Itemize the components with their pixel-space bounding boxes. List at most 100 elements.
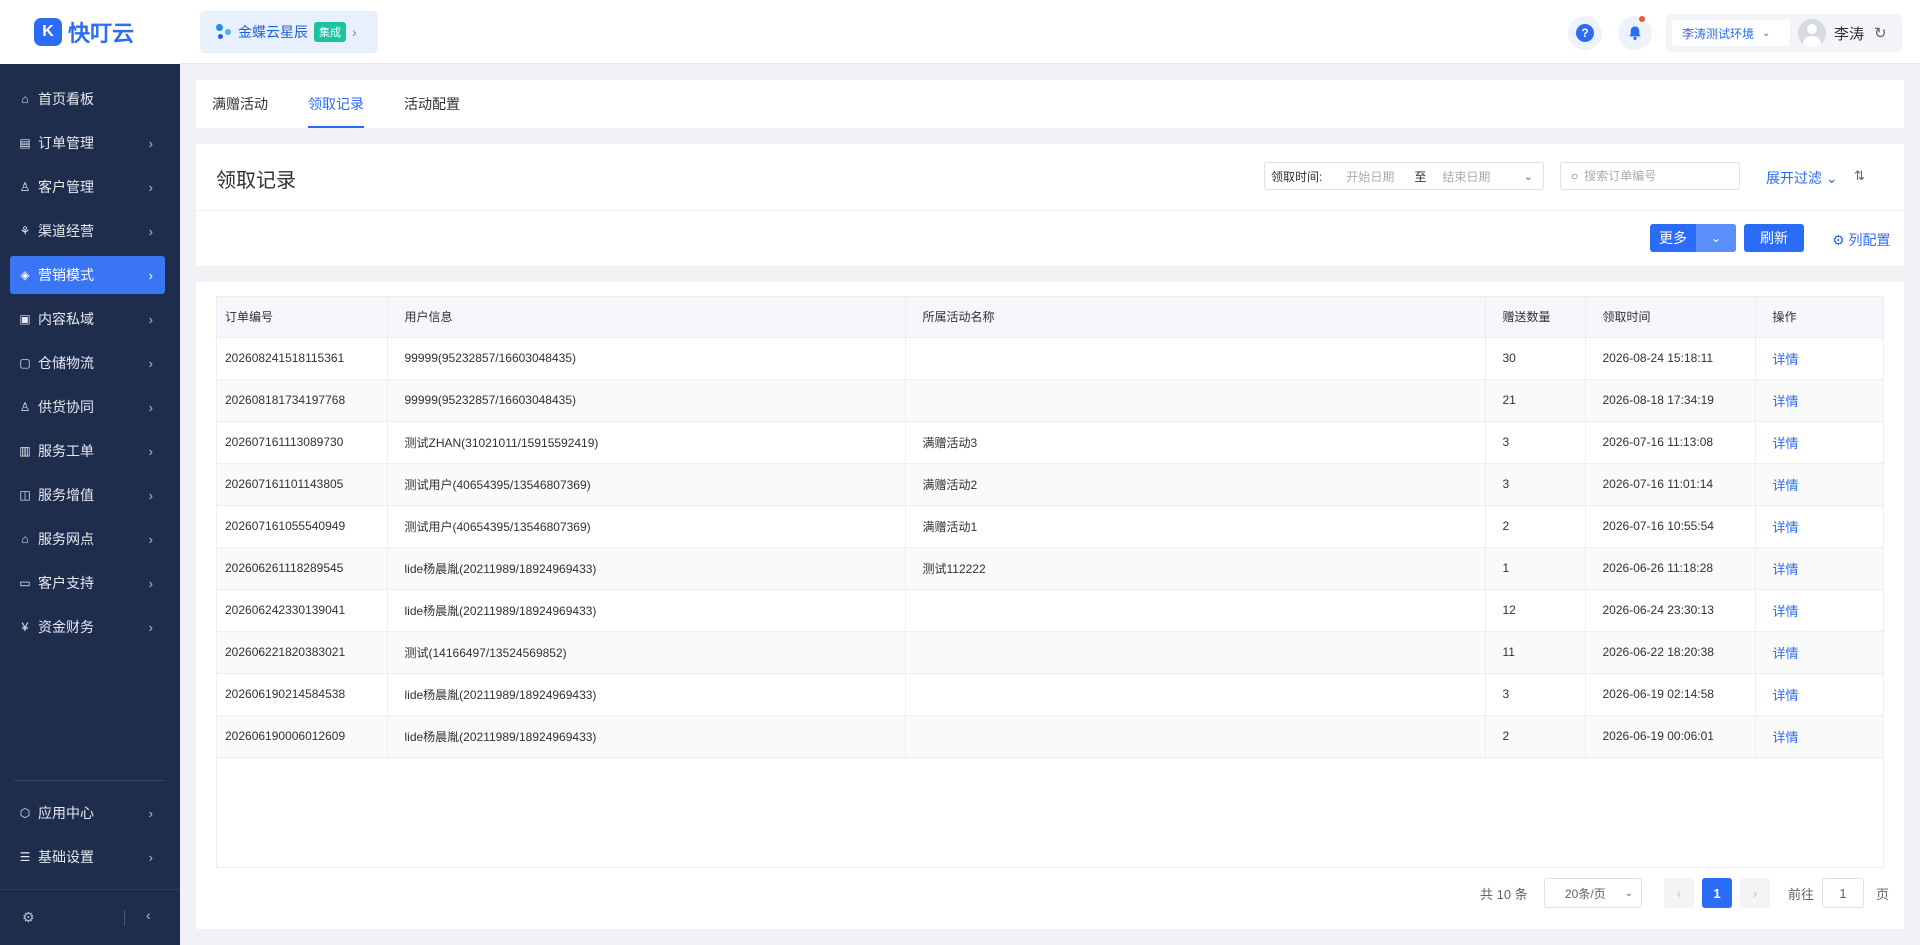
sort-icon[interactable]: ⇅ [1854, 168, 1865, 184]
sidebar-item-value-added[interactable]: ◫ 服务增值 › [10, 476, 165, 514]
gear-icon[interactable]: ⚙ [22, 909, 35, 926]
chevron-right-icon: › [148, 575, 153, 591]
chevron-right-icon: › [148, 135, 153, 151]
expand-filter-button[interactable]: 展开过滤 ⌄ [1766, 168, 1838, 188]
sidebar: ⌂ 首页看板 ▤ 订单管理 › ♙ 客户管理 › ⚘ 渠道经营 › ◈ 营销模式… [0, 64, 180, 945]
cube-icon: ⬡ [19, 806, 31, 820]
user-info-cell: 测试用户(40654395/13546807369) [387, 463, 906, 506]
detail-link[interactable]: 详情 [1755, 421, 1883, 464]
table-row: 202606242330139041 lide杨晨胤(20211989/1892… [217, 589, 1883, 632]
sidebar-item-marketing[interactable]: ◈ 营销模式 › [10, 256, 165, 294]
column-header-user-info[interactable]: 用户信息 [387, 297, 906, 338]
goto-label: 前往 [1788, 886, 1815, 902]
column-header-gift-qty[interactable]: 赠送数量 [1485, 297, 1586, 338]
claim-time-cell: 2026-06-26 11:18:28 [1585, 547, 1756, 590]
sidebar-item-orders[interactable]: ▤ 订单管理 › [10, 124, 165, 162]
chevron-down-icon: ⌄ [1762, 27, 1771, 39]
claim-time-cell: 2026-06-24 23:30:13 [1585, 589, 1756, 632]
detail-link[interactable]: 详情 [1755, 547, 1883, 590]
env-select[interactable]: 李涛测试环境 ⌄ [1672, 20, 1790, 46]
chevron-right-icon: › [148, 267, 153, 283]
app-dots-icon [214, 22, 234, 42]
sidebar-item-support[interactable]: ▭ 客户支持 › [10, 564, 165, 602]
detail-link[interactable]: 详情 [1755, 589, 1883, 632]
tabs-bar: 满赠活动 领取记录 活动配置 [196, 80, 1904, 128]
brand-name: 快叮云 [68, 21, 135, 46]
search-box[interactable]: ○ [1560, 162, 1740, 190]
activity-name-cell [905, 715, 1486, 758]
sidebar-item-customers[interactable]: ♙ 客户管理 › [10, 168, 165, 206]
sidebar-item-service-tickets[interactable]: ▥ 服务工单 › [10, 432, 165, 470]
activity-name-cell [905, 379, 1486, 422]
activity-name-cell: 测试112222 [905, 547, 1486, 590]
chevron-down-icon[interactable]: ⌄ [1696, 224, 1736, 252]
chevron-right-icon: › [148, 311, 153, 327]
user-info-cell: 测试ZHAN(31021011/15915592419) [387, 421, 906, 464]
sidebar-item-label: 服务增值 [38, 487, 94, 503]
sidebar-item-content[interactable]: ▣ 内容私域 › [10, 300, 165, 338]
detail-link[interactable]: 详情 [1755, 379, 1883, 422]
order-no-cell: 202606221820383021 [217, 631, 388, 674]
brand-logo[interactable]: K 快叮云 [0, 0, 180, 64]
app-switcher[interactable]: 金蝶云星辰 集成 › [200, 11, 378, 53]
claim-time-cell: 2026-06-19 02:14:58 [1585, 673, 1756, 716]
user-name[interactable]: 李涛 [1834, 23, 1864, 44]
detail-link[interactable]: 详情 [1755, 631, 1883, 674]
sidebar-item-label: 内容私域 [38, 311, 94, 327]
refresh-icon[interactable]: ↻ [1874, 24, 1887, 42]
chevron-right-icon: › [148, 487, 153, 503]
collapse-icon[interactable]: ‹ [146, 907, 151, 923]
table-panel: 订单编号 用户信息 所属活动名称 赠送数量 领取时间 操作 2026082415… [196, 282, 1904, 929]
env-name: 李涛测试环境 [1682, 26, 1755, 41]
page-number-current[interactable]: 1 [1702, 878, 1732, 908]
notification-button[interactable] [1618, 16, 1652, 50]
claim-time-cell: 2026-06-22 18:20:38 [1585, 631, 1756, 674]
detail-link[interactable]: 详情 [1755, 673, 1883, 716]
claim-time-cell: 2026-07-16 11:01:14 [1585, 463, 1756, 506]
top-header: K 快叮云 金蝶云星辰 集成 › ? 李涛测试环境 ⌄ 李涛 ↻ [0, 0, 1920, 64]
table-row: 202608181734197768 99999(95232857/166030… [217, 379, 1883, 422]
user-info-cell: lide杨晨胤(20211989/18924969433) [387, 547, 906, 590]
table-row: 202607161055540949 测试用户(40654395/1354680… [217, 505, 1883, 548]
sidebar-divider [14, 780, 164, 781]
help-button[interactable]: ? [1568, 16, 1602, 50]
sidebar-item-app-center[interactable]: ⬡ 应用中心 › [10, 794, 165, 832]
detail-link[interactable]: 详情 [1755, 463, 1883, 506]
sidebar-item-service-points[interactable]: ⌂ 服务网点 › [10, 520, 165, 558]
sidebar-item-settings[interactable]: ☰ 基础设置 › [10, 838, 165, 876]
prev-page-button[interactable]: ‹ [1664, 878, 1694, 908]
next-page-button[interactable]: › [1740, 878, 1770, 908]
tab-claim-records[interactable]: 领取记录 [308, 80, 364, 128]
tab-activity-config[interactable]: 活动配置 [404, 80, 460, 128]
detail-link[interactable]: 详情 [1755, 505, 1883, 548]
table-row: 202607161113089730 测试ZHAN(31021011/15915… [217, 421, 1883, 464]
sidebar-item-supply[interactable]: ♙ 供货协同 › [10, 388, 165, 426]
detail-link[interactable]: 详情 [1755, 337, 1883, 380]
column-header-order-no[interactable]: 订单编号 [217, 297, 388, 338]
avatar[interactable] [1798, 19, 1826, 47]
table-row: 202608241518115361 99999(95232857/166030… [217, 337, 1883, 380]
sidebar-item-dashboard[interactable]: ⌂ 首页看板 [10, 80, 165, 118]
column-header-activity-name[interactable]: 所属活动名称 [905, 297, 1486, 338]
store-icon: ⌂ [21, 532, 29, 546]
detail-link[interactable]: 详情 [1755, 715, 1883, 758]
sidebar-item-channels[interactable]: ⚘ 渠道经营 › [10, 212, 165, 250]
column-config-button[interactable]: ⚙ 列配置 [1832, 230, 1890, 250]
sidebar-item-finance[interactable]: ¥ 资金财务 › [10, 608, 165, 646]
date-start-input[interactable]: 开始日期 [1346, 168, 1394, 185]
date-end-input[interactable]: 结束日期 [1442, 168, 1490, 185]
page-size-select[interactable]: 20条/页 ⌄ [1544, 878, 1642, 908]
column-header-claim-time[interactable]: 领取时间 [1585, 297, 1756, 338]
image-icon: ▣ [19, 312, 31, 326]
sidebar-item-warehouse[interactable]: ▢ 仓储物流 › [10, 344, 165, 382]
more-button[interactable]: 更多 ⌄ [1650, 224, 1736, 252]
tab-gift-activity[interactable]: 满赠活动 [212, 80, 268, 128]
notification-dot [1639, 16, 1645, 22]
date-range-picker[interactable]: 领取时间: 开始日期 至 结束日期 ⌄ [1264, 162, 1544, 190]
user-info-cell: 99999(95232857/16603048435) [387, 379, 906, 422]
search-input[interactable] [1584, 169, 1725, 183]
refresh-button[interactable]: 刷新 [1744, 224, 1804, 252]
goto-page-input[interactable]: 1 [1822, 878, 1864, 908]
claim-time-cell: 2026-08-24 15:18:11 [1585, 337, 1756, 380]
chevron-right-icon: › [148, 849, 153, 865]
